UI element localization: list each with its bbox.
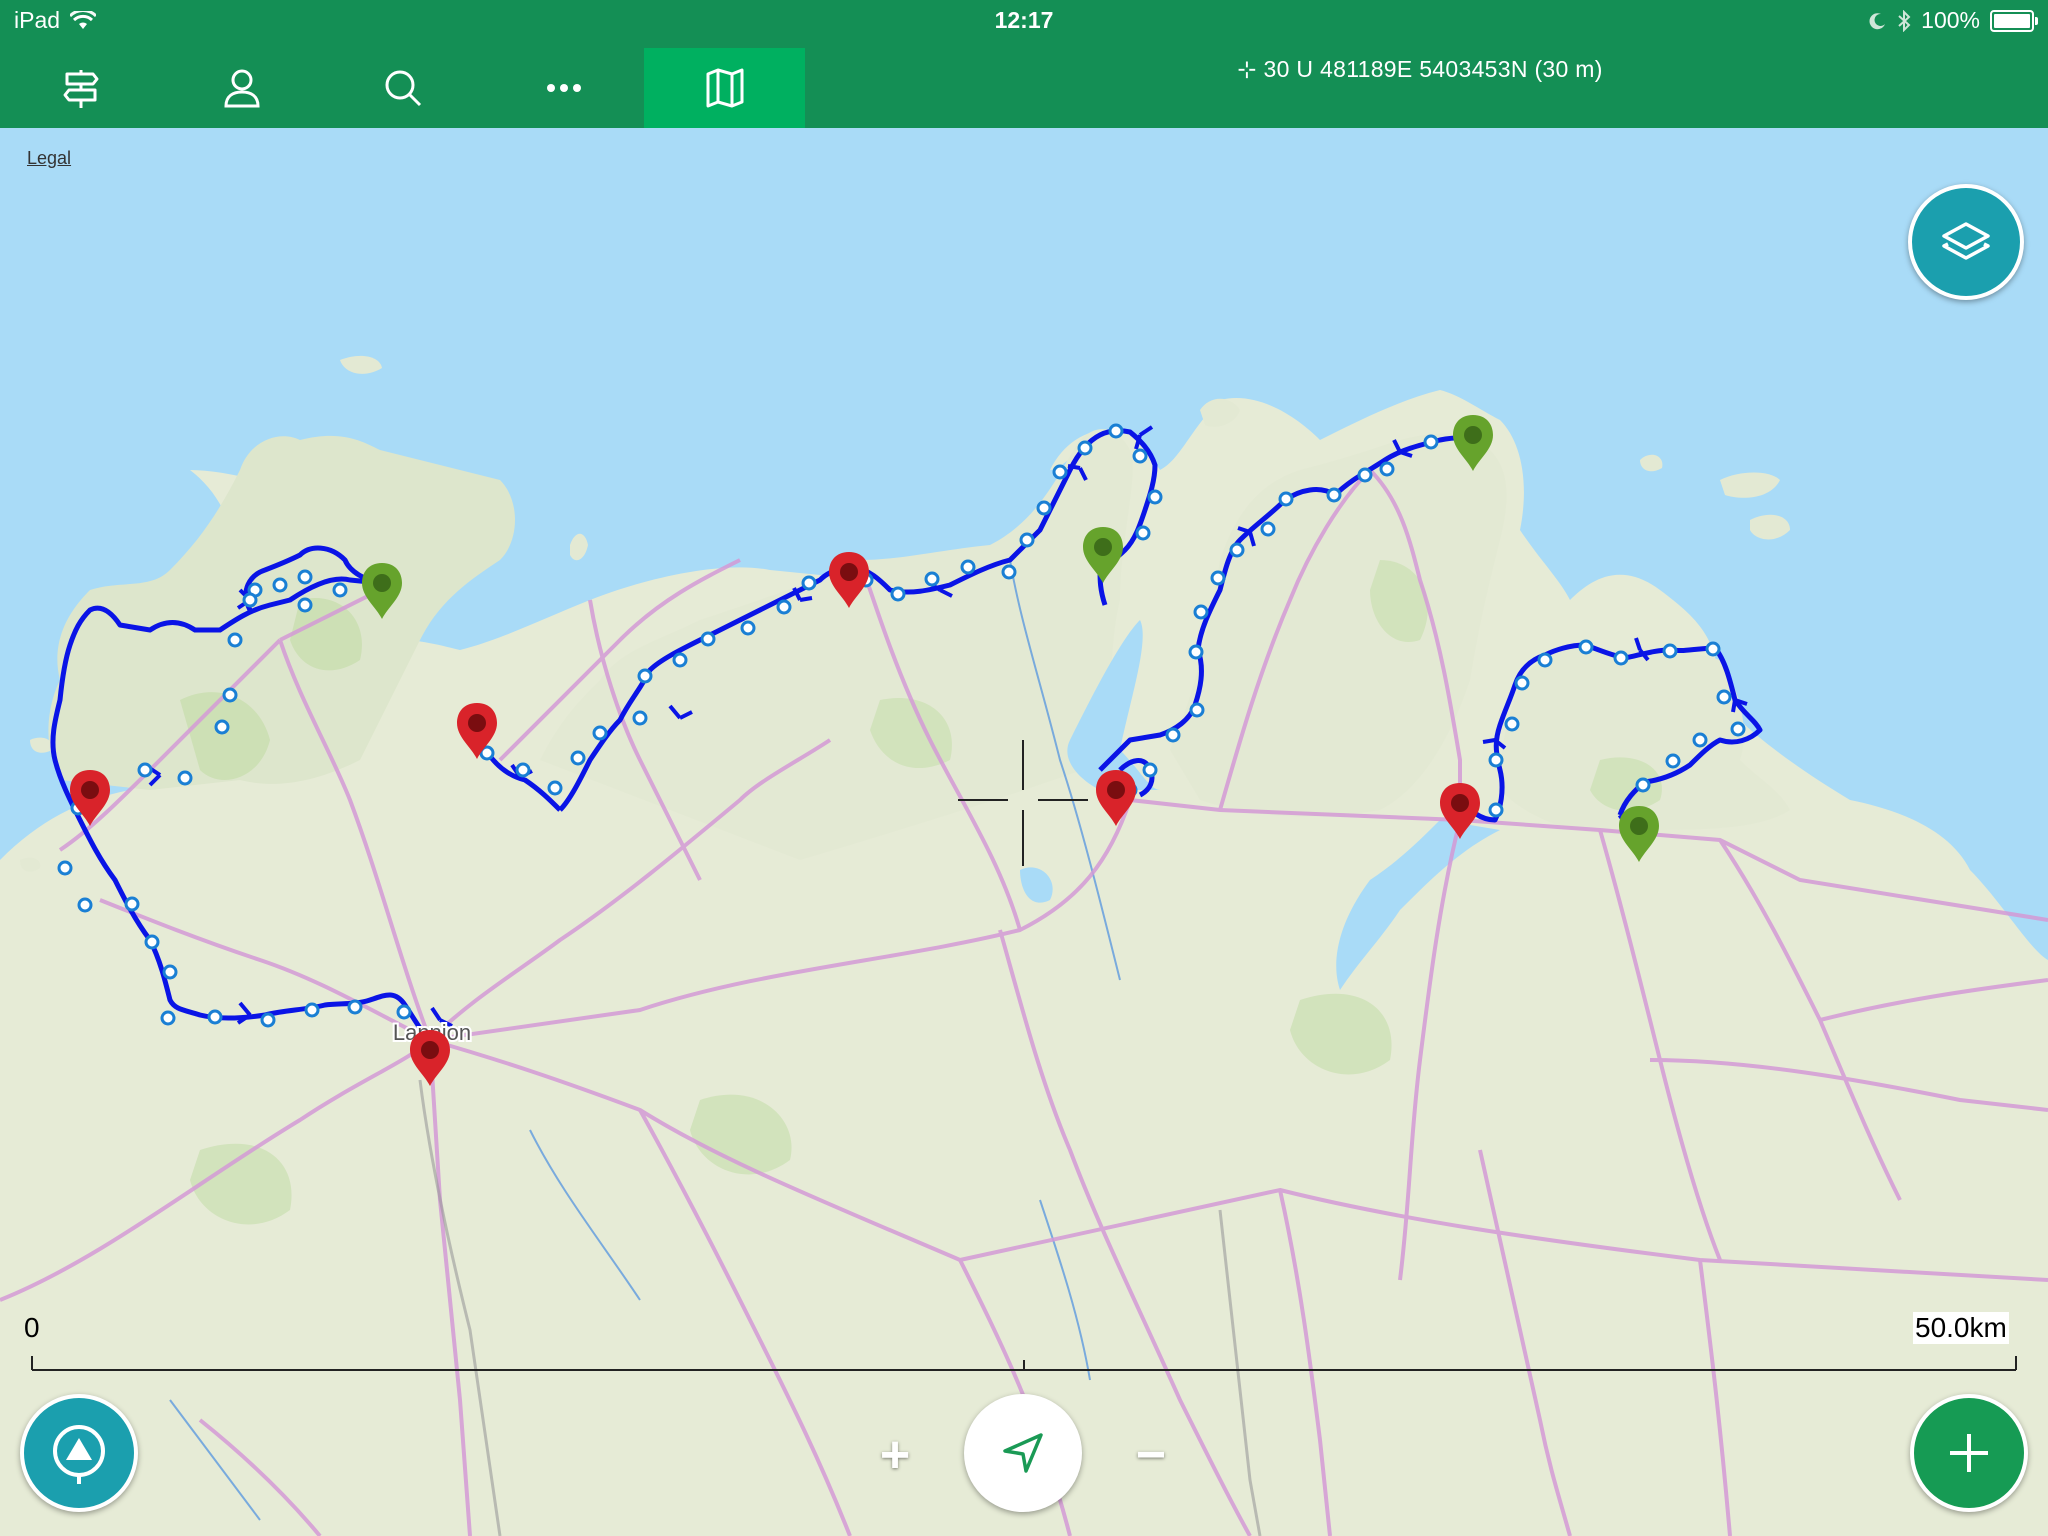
scale-start-label: 0 — [24, 1312, 40, 1343]
track-recording-icon — [53, 1425, 105, 1484]
person-icon — [223, 69, 260, 108]
plus-icon — [1950, 1434, 1988, 1472]
status-bar: iPad 12:17 100% — [0, 0, 2048, 40]
scale-end-label: 50.0km — [1913, 1312, 2009, 1344]
top-bar: iPad 12:17 100% ⊹ 30 U 481189E 5403453N … — [0, 0, 2048, 128]
coordinates-readout: ⊹ 30 U 481189E 5403453N (30 m) — [1237, 56, 1603, 82]
more-button[interactable] — [483, 48, 644, 128]
layers-button[interactable] — [1908, 184, 2024, 300]
zoom-in-button[interactable]: + — [870, 1429, 920, 1481]
map-canvas[interactable]: Lannion — [0, 128, 2048, 1536]
routes-button[interactable] — [0, 48, 161, 128]
ellipsis-icon — [546, 84, 581, 92]
location-arrow-icon — [1003, 1433, 1043, 1473]
battery-icon — [1990, 9, 2038, 32]
legal-link[interactable]: Legal — [27, 148, 71, 169]
track-recording-button[interactable] — [20, 1394, 138, 1512]
moon-icon — [1869, 12, 1886, 29]
battery-level — [1994, 13, 2030, 28]
battery-percent: 100% — [1921, 7, 1980, 33]
profile-button[interactable] — [161, 48, 322, 128]
toolbar — [0, 48, 805, 128]
map-button[interactable] — [644, 48, 805, 128]
search-icon — [385, 70, 421, 107]
map-icon — [706, 68, 743, 108]
zoom-out-button[interactable]: − — [1126, 1429, 1176, 1481]
bluetooth-icon — [1898, 9, 1911, 32]
city-label: Lannion — [393, 1020, 471, 1045]
layers-icon — [1942, 222, 1990, 260]
search-button[interactable] — [322, 48, 483, 128]
locate-me-button[interactable] — [964, 1394, 1082, 1512]
signpost-icon — [63, 70, 98, 108]
clock: 12:17 — [994, 7, 1054, 33]
add-button[interactable] — [1910, 1394, 2028, 1512]
